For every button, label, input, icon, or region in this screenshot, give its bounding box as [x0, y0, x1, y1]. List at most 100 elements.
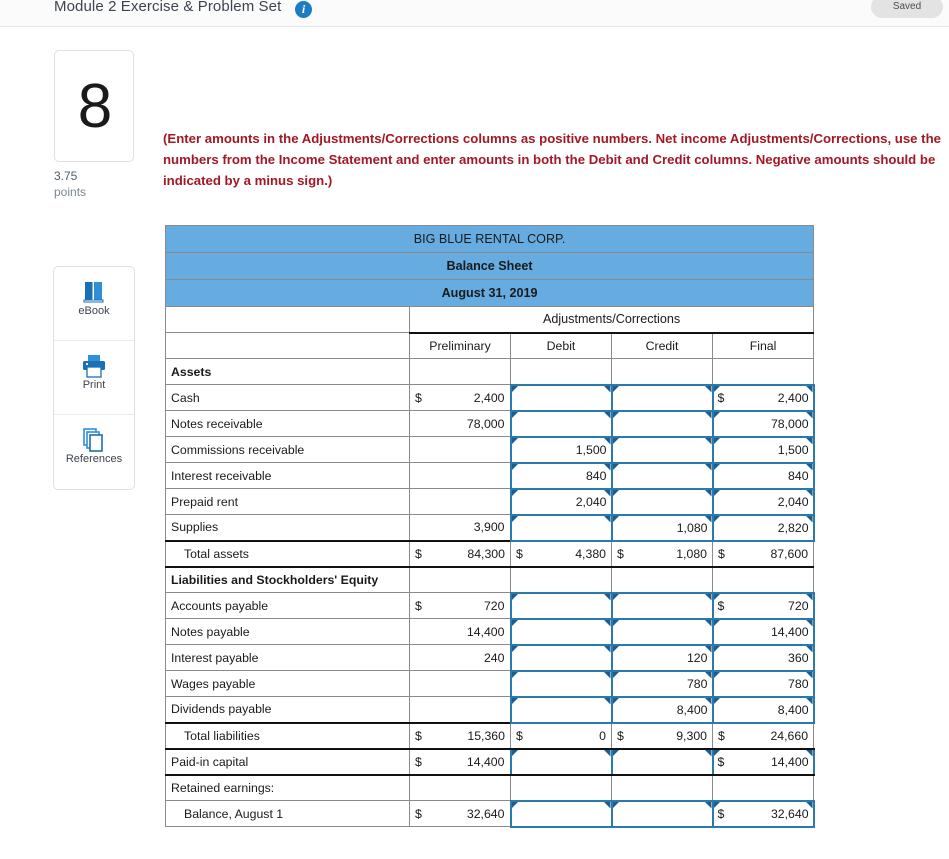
row-label: Assets: [165, 358, 410, 385]
input-cell-final[interactable]: $32,640: [711, 799, 815, 828]
input-cell-final[interactable]: 78,000: [711, 409, 815, 438]
table-row: Supplies 3,900 1,080 2,820: [165, 513, 815, 542]
cell-corner-marker: [704, 489, 712, 497]
input-cell-credit[interactable]: [610, 799, 714, 828]
row-label: Notes receivable: [165, 410, 410, 437]
value-cell-preliminary: 78,000: [409, 410, 511, 437]
column-header-blank: [165, 332, 410, 359]
input-cell-final[interactable]: $14,400: [711, 747, 815, 776]
sheet-body: Assets Cash $2,400 $2,400 Notes receivable 78…: [165, 358, 815, 828]
value-cell-preliminary: [409, 670, 511, 697]
row-label: Interest receivable: [165, 462, 410, 489]
input-cell-final[interactable]: 8,400: [711, 695, 815, 724]
value-cell-final: [711, 566, 815, 593]
input-cell-credit[interactable]: [610, 747, 714, 776]
balance-sheet-table: BIG BLUE RENTAL CORP. Balance Sheet Augu…: [164, 225, 815, 828]
value-cell-final: $24,660: [711, 721, 815, 750]
input-cell-credit[interactable]: 780: [610, 669, 714, 698]
cell-corner-marker: [612, 463, 620, 471]
cell-amount: 4,380: [575, 546, 606, 561]
input-cell-debit[interactable]: [509, 799, 613, 828]
cell-corner-marker: [511, 671, 519, 679]
row-label: Interest payable: [165, 644, 410, 671]
input-cell-debit[interactable]: [509, 591, 613, 620]
input-cell-debit[interactable]: [509, 643, 613, 672]
cell-corner-marker: [603, 385, 611, 393]
input-cell-final[interactable]: $2,400: [711, 383, 815, 412]
column-header-preliminary: Preliminary: [409, 332, 511, 359]
input-cell-credit[interactable]: [610, 487, 714, 516]
currency-symbol: $: [617, 546, 624, 561]
input-cell-debit[interactable]: [509, 513, 613, 542]
value-cell-preliminary: $720: [409, 592, 511, 619]
input-cell-debit[interactable]: [509, 695, 613, 724]
input-cell-debit[interactable]: 1,500: [509, 435, 613, 464]
input-cell-debit[interactable]: 840: [509, 461, 613, 490]
value-cell-preliminary: 14,400: [409, 618, 511, 645]
input-cell-credit[interactable]: [610, 409, 714, 438]
value-cell-final: [711, 774, 815, 801]
cell-amount: 1,080: [676, 520, 708, 535]
input-cell-debit[interactable]: [509, 617, 613, 646]
table-row: Commissions receivable 1,500 1,500: [165, 435, 815, 464]
input-cell-debit[interactable]: [509, 669, 613, 698]
input-cell-final[interactable]: 1,500: [711, 435, 815, 464]
input-cell-credit[interactable]: 120: [610, 643, 714, 672]
input-cell-final[interactable]: 780: [711, 669, 815, 698]
cell-amount: 14,400: [770, 624, 809, 639]
print-button[interactable]: Print: [54, 341, 134, 415]
currency-symbol: $: [718, 728, 725, 743]
cell-amount: 360: [788, 650, 809, 665]
input-cell-credit[interactable]: 8,400: [610, 695, 714, 724]
input-cell-credit[interactable]: [610, 461, 714, 490]
row-label: Paid-in capital: [165, 748, 410, 776]
value-cell-preliminary: $15,360: [409, 721, 511, 750]
table-row: Accounts payable $720 $720: [165, 591, 815, 620]
copy-pages-icon: [54, 415, 134, 453]
input-cell-final[interactable]: 840: [711, 461, 815, 490]
table-row: Cash $2,400 $2,400: [165, 383, 815, 412]
sheet-title-row-1: Balance Sheet: [164, 252, 815, 280]
currency-symbol: $: [415, 598, 422, 613]
value-cell-credit: [611, 358, 713, 385]
value-cell-preliminary: $32,640: [409, 800, 511, 827]
references-button[interactable]: References: [54, 415, 134, 489]
cell-amount: 2,400: [777, 390, 809, 405]
input-cell-final[interactable]: 360: [711, 643, 815, 672]
value-cell-preliminary: [409, 774, 511, 801]
cell-amount: 2,040: [777, 494, 809, 509]
input-cell-credit[interactable]: [610, 617, 714, 646]
input-cell-credit[interactable]: [610, 435, 714, 464]
currency-symbol: $: [415, 390, 422, 405]
input-cell-credit[interactable]: [610, 383, 714, 412]
input-cell-debit[interactable]: [509, 409, 613, 438]
input-cell-final[interactable]: 2,040: [711, 487, 815, 516]
cell-corner-marker: [704, 411, 712, 419]
cell-corner-marker: [612, 437, 620, 445]
input-cell-debit[interactable]: [509, 747, 613, 776]
cell-corner-marker: [704, 463, 712, 471]
input-cell-final[interactable]: $720: [711, 591, 815, 620]
points-label: points: [54, 185, 87, 199]
question-number-box: 8: [54, 50, 134, 162]
input-cell-final[interactable]: 14,400: [711, 617, 815, 646]
cell-corner-marker: [704, 801, 712, 809]
input-cell-debit[interactable]: [509, 383, 613, 412]
value-cell-debit: [510, 566, 612, 593]
cell-corner-marker: [511, 619, 519, 627]
cell-amount: 8,400: [676, 702, 708, 717]
cell-corner-marker: [603, 697, 611, 705]
cell-corner-marker: [511, 645, 519, 653]
info-icon[interactable]: i: [295, 1, 312, 18]
ebook-button[interactable]: eBook: [54, 267, 134, 341]
cell-amount: 2,820: [777, 520, 809, 535]
input-cell-credit[interactable]: 1,080: [610, 513, 714, 542]
cell-corner-marker: [603, 593, 611, 601]
input-cell-final[interactable]: 2,820: [711, 513, 815, 542]
input-cell-credit[interactable]: [610, 591, 714, 620]
page-title: Module 2 Exercise & Problem Set: [54, 0, 282, 15]
cell-corner-marker: [603, 619, 611, 627]
cell-amount: 1,500: [575, 442, 607, 457]
cell-amount: 240: [483, 650, 505, 665]
input-cell-debit[interactable]: 2,040: [509, 487, 613, 516]
